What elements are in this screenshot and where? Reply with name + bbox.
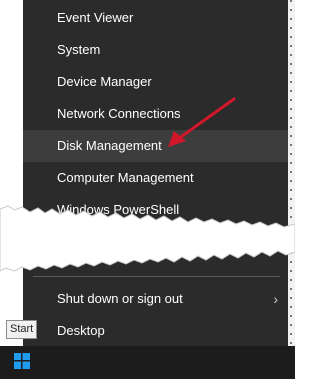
menu-item-network-connections[interactable]: Network Connections <box>23 98 288 130</box>
windows-logo-icon <box>14 353 30 369</box>
menu-item-event-viewer[interactable]: Event Viewer <box>23 2 288 34</box>
menu-item-desktop[interactable]: Desktop <box>23 315 288 346</box>
menu-item-label: Desktop <box>57 323 105 338</box>
desktop-edge <box>288 0 295 379</box>
menu-item-device-manager[interactable]: Device Manager <box>23 66 288 98</box>
menu-item-disk-management[interactable]: Disk Management <box>23 130 288 162</box>
menu-item-label: Shut down or sign out <box>57 291 183 306</box>
power-user-menu: Event Viewer System Device Manager Netwo… <box>23 0 288 346</box>
menu-item-system[interactable]: System <box>23 34 288 66</box>
menu-item-label: Disk Management <box>57 138 162 153</box>
menu-item-label: Device Manager <box>57 74 152 89</box>
menu-item-label: System <box>57 42 101 57</box>
menu-item-computer-management[interactable]: Computer Management <box>23 162 288 194</box>
menu-item-label: Event Viewer <box>57 10 134 25</box>
start-tooltip: Start <box>6 320 38 339</box>
taskbar <box>0 346 295 379</box>
torn-paper-overlay <box>0 200 295 275</box>
menu-item-label: Computer Management <box>57 170 194 185</box>
menu-item-shut-down-or-sign-out[interactable]: Shut down or sign out › <box>23 283 288 315</box>
chevron-right-icon: › <box>273 291 278 307</box>
menu-separator <box>33 276 280 277</box>
annotation-arrow-icon <box>168 97 236 147</box>
